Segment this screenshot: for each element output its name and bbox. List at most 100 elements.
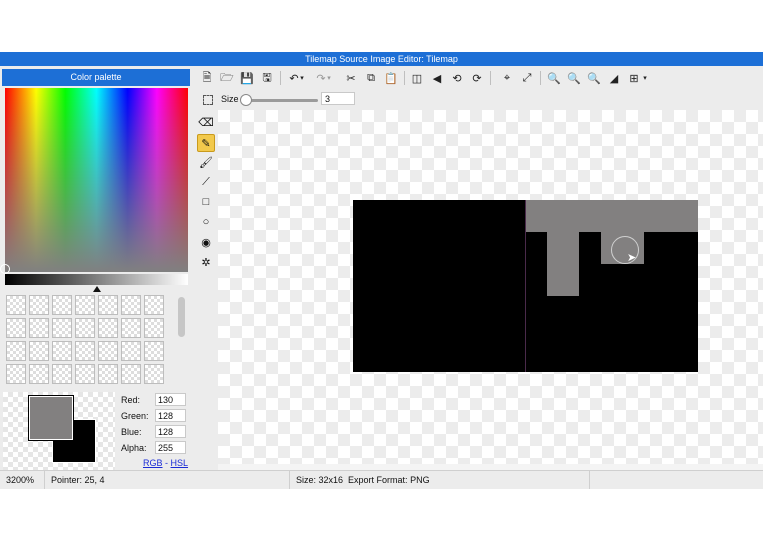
rgb-mode-link[interactable]: RGB (143, 458, 163, 468)
new-file-icon[interactable]: 🗎 (199, 70, 215, 86)
undo-dropdown-icon[interactable]: ▾ (298, 70, 306, 86)
blue-field[interactable]: 128 (155, 425, 186, 438)
palette-swatch[interactable] (29, 341, 49, 361)
editor-window: Tilemap Source Image Editor: Tilemap Col… (0, 52, 763, 489)
alpha-field[interactable]: 255 (155, 441, 186, 454)
selection-icon[interactable] (203, 95, 213, 105)
zoom-reset-icon[interactable]: 🔍 (586, 70, 602, 86)
resize-icon[interactable]: ⤢ (519, 70, 535, 86)
palette-swatch[interactable] (144, 364, 164, 384)
palette-swatch[interactable] (98, 318, 118, 338)
color-picker-icon[interactable]: ✲ (198, 254, 214, 270)
export-format-status: Export Format: PNG (348, 475, 430, 485)
color-palette-panel: Color palette Red: 130 Green: 128 Blue: … (0, 66, 192, 472)
tilemap-image[interactable]: ➤ (353, 200, 698, 372)
spectrum-marker[interactable] (0, 264, 10, 274)
fill-bucket-icon[interactable]: ◉ (198, 234, 214, 250)
color-palette-header: Color palette (2, 69, 190, 86)
drawing-canvas[interactable]: ➤ (218, 110, 763, 464)
palette-swatch[interactable] (98, 364, 118, 384)
lightness-bar[interactable] (5, 274, 188, 285)
eraser-icon[interactable]: ⌫ (198, 114, 214, 130)
gray-pixels-stem (547, 232, 579, 296)
grid-icon[interactable]: ⊞ (626, 70, 642, 86)
size-slider[interactable] (243, 99, 318, 102)
palette-swatch[interactable] (121, 341, 141, 361)
rectangle-icon[interactable]: □ (198, 194, 214, 210)
toolbar-separator (280, 71, 281, 85)
palette-swatch[interactable] (121, 295, 141, 315)
toolbar-separator (404, 71, 405, 85)
rotate-left-icon[interactable]: ⟲ (449, 70, 465, 86)
palette-swatch[interactable] (121, 318, 141, 338)
color-mode-links: RGB - HSL (143, 458, 188, 468)
hsl-mode-link[interactable]: HSL (171, 458, 189, 468)
grid-dropdown-icon[interactable]: ▾ (641, 70, 649, 86)
toolbar-separator (490, 71, 491, 85)
palette-swatch[interactable] (144, 295, 164, 315)
palette-swatch[interactable] (75, 341, 95, 361)
cut-icon[interactable]: ✂ (343, 70, 359, 86)
crop-icon[interactable]: ⌖ (499, 70, 515, 86)
palette-swatch[interactable] (52, 318, 72, 338)
size-label: Size (221, 94, 239, 104)
palette-swatch[interactable] (29, 364, 49, 384)
palette-swatch[interactable] (52, 341, 72, 361)
save-icon[interactable]: 💾 (239, 70, 255, 86)
color-spectrum[interactable] (5, 88, 188, 272)
palette-swatch[interactable] (98, 295, 118, 315)
palette-swatch[interactable] (29, 295, 49, 315)
palette-swatch[interactable] (98, 341, 118, 361)
palette-swatch[interactable] (52, 295, 72, 315)
pencil-icon[interactable]: ✎ (197, 134, 215, 152)
rotate-right-icon[interactable]: ⟳ (469, 70, 485, 86)
palette-swatch[interactable] (6, 318, 26, 338)
palette-swatch[interactable] (144, 318, 164, 338)
palette-swatch[interactable] (52, 364, 72, 384)
paste-icon[interactable]: 📋 (383, 70, 399, 86)
color-preview (3, 392, 115, 472)
green-field[interactable]: 128 (155, 409, 186, 422)
palette-swatch[interactable] (6, 364, 26, 384)
save-as-icon[interactable]: 🖫 (259, 70, 275, 86)
main-toolbar: 🗎 🗁 💾 🖫 ↶ ▾ ↷ ▾ ✂ ⧉ 📋 ◫ ◀ ⟲ ⟳ ⌖ ⤢ 🔍 🔍 🔍 … (193, 66, 763, 90)
copy-icon[interactable]: ⧉ (363, 70, 379, 86)
gray-pixels-top (526, 200, 698, 232)
ellipse-icon[interactable]: ○ (198, 214, 214, 230)
toggle-background-icon[interactable]: ◢ (606, 70, 622, 86)
image-info-status: Size: 32x16 Export Format: PNG (290, 471, 590, 489)
zoom-status: 3200% (0, 471, 45, 489)
palette-swatch[interactable] (121, 364, 141, 384)
zoom-in-icon[interactable]: 🔍 (546, 70, 562, 86)
swatch-grid (6, 295, 166, 387)
status-bar: 3200% Pointer: 25, 4 Size: 32x16 Export … (0, 470, 763, 489)
line-icon[interactable]: ⟋ (198, 174, 214, 190)
tool-options-bar: Size 3 (193, 90, 763, 110)
palette-swatch[interactable] (6, 341, 26, 361)
palette-swatch[interactable] (75, 318, 95, 338)
palette-swatch[interactable] (75, 295, 95, 315)
flip-vertical-icon[interactable]: ◀ (429, 70, 445, 86)
palette-swatch[interactable] (6, 295, 26, 315)
lightness-slider-handle[interactable] (93, 286, 101, 292)
window-title: Tilemap Source Image Editor: Tilemap (0, 52, 763, 66)
size-input[interactable]: 3 (321, 92, 355, 105)
primary-color-swatch[interactable] (28, 395, 74, 441)
size-status: Size: 32x16 (296, 475, 344, 485)
redo-dropdown-icon[interactable]: ▾ (325, 70, 333, 86)
palette-swatch[interactable] (29, 318, 49, 338)
open-folder-icon[interactable]: 🗁 (219, 70, 235, 86)
pointer-status: Pointer: 25, 4 (45, 471, 290, 489)
mode-separator: - (162, 458, 171, 468)
brush-icon[interactable]: 🖌 (198, 154, 214, 170)
size-slider-thumb[interactable] (240, 94, 252, 106)
palette-swatch[interactable] (144, 341, 164, 361)
palette-swatch[interactable] (75, 364, 95, 384)
tools-column: ⌫ ✎ 🖌 ⟋ □ ○ ◉ ✲ (193, 110, 218, 464)
flip-horizontal-icon[interactable]: ◫ (409, 70, 425, 86)
red-field[interactable]: 130 (155, 393, 186, 406)
zoom-out-icon[interactable]: 🔍 (566, 70, 582, 86)
swatch-scrollbar[interactable] (178, 297, 185, 337)
mouse-pointer-icon: ➤ (627, 252, 637, 264)
toolbar-separator (540, 71, 541, 85)
